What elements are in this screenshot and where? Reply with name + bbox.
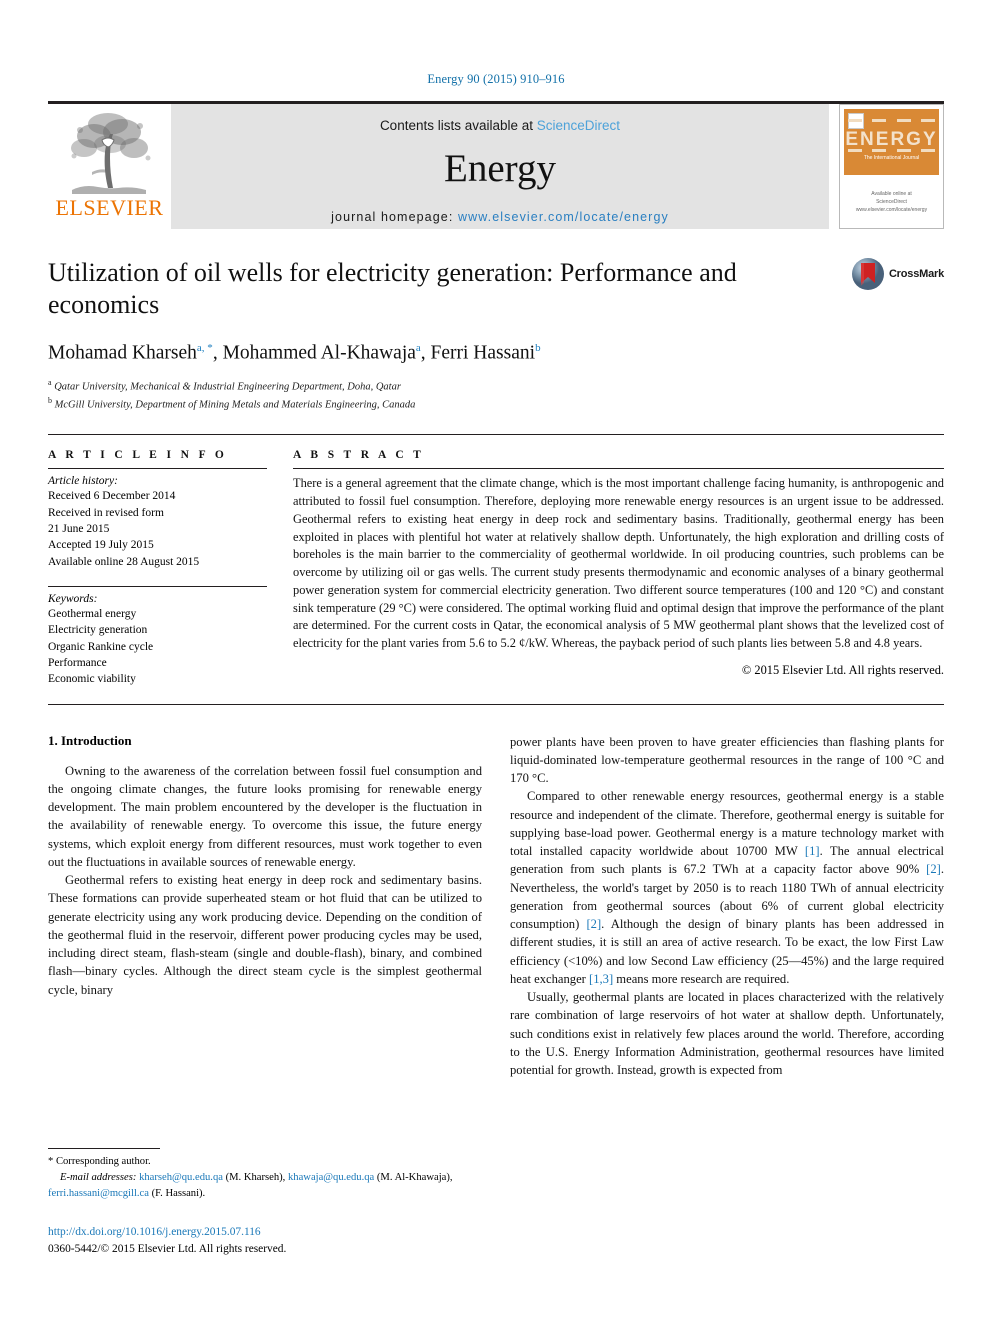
cover-footer-line1: Available online at	[871, 191, 912, 197]
paragraph: Geothermal refers to existing heat energ…	[48, 873, 482, 997]
doi-link[interactable]: http://dx.doi.org/10.1016/j.energy.2015.…	[48, 1224, 286, 1241]
affiliation-list: a Qatar University, Mechanical & Industr…	[48, 377, 944, 412]
journal-homepage-link[interactable]: www.elsevier.com/locate/energy	[458, 210, 669, 224]
paper-page: Energy 90 (2015) 910–916 ELSEVIER Conten…	[0, 0, 992, 1323]
email-label: E-mail addresses:	[60, 1172, 137, 1184]
sciencedirect-link[interactable]: ScienceDirect	[537, 118, 620, 133]
affiliation-text: Qatar University, Mechanical & Industria…	[54, 381, 401, 393]
citation-link[interactable]: [2]	[926, 862, 941, 876]
cover-top-rule-marks	[848, 119, 935, 122]
affiliation-item: a Qatar University, Mechanical & Industr…	[48, 377, 944, 395]
email-link[interactable]: khawaja@qu.edu.qa	[288, 1172, 374, 1183]
author-name: Mohamad Kharseh	[48, 342, 197, 364]
paragraph-with-citations: Compared to other renewable energy resou…	[510, 787, 944, 988]
citation-link[interactable]: [1]	[805, 844, 820, 858]
elsevier-tree-icon	[70, 113, 150, 194]
masthead-center: Contents lists available at ScienceDirec…	[171, 104, 829, 229]
email-owner: (M. Al-Khawaja),	[376, 1172, 453, 1184]
footnote-block: * Corresponding author. E-mail addresses…	[48, 1148, 478, 1201]
journal-reference-line: Energy 90 (2015) 910–916	[427, 72, 565, 86]
keyword-item: Electricity generation	[48, 624, 148, 637]
body-column-left: 1. Introduction Owning to the awareness …	[48, 733, 482, 1080]
author-list: Mohamad Kharseha, *, Mohammed Al-Khawaja…	[48, 342, 541, 364]
affiliation-marker: a	[48, 377, 52, 387]
footnote-divider	[48, 1148, 160, 1149]
journal-cover-thumbnail: ENERGY The International Journal Availab…	[839, 104, 944, 229]
author-affiliation-marker: b	[535, 342, 541, 355]
cover-footer: Available online at ScienceDirect www.el…	[840, 190, 943, 214]
cover-bottom-rule-marks	[848, 149, 935, 152]
article-title-block: CrossMark Utilization of oil wells for e…	[48, 257, 944, 412]
journal-homepage-line: journal homepage: www.elsevier.com/locat…	[331, 210, 669, 224]
doi-copyright-block: http://dx.doi.org/10.1016/j.energy.2015.…	[48, 1224, 286, 1258]
cover-footer-line2: ScienceDirect	[876, 199, 907, 205]
contents-prefix: Contents lists available at	[379, 118, 537, 133]
keywords-label: Keywords:	[48, 593, 98, 606]
corresponding-author-note: * Corresponding author.	[48, 1156, 151, 1167]
article-body: 1. Introduction Owning to the awareness …	[48, 733, 944, 1080]
email-addresses-note: E-mail addresses: kharseh@qu.edu.qa (M. …	[48, 1170, 478, 1201]
abstract-copyright: © 2015 Elsevier Ltd. All rights reserved…	[741, 662, 944, 677]
citation-link[interactable]: [2]	[586, 917, 601, 931]
elsevier-logo: ELSEVIER	[48, 104, 171, 229]
issn-copyright-line: 0360-5442/© 2015 Elsevier Ltd. All right…	[48, 1243, 287, 1256]
article-history-item: 21 June 2015	[48, 523, 110, 536]
email-link[interactable]: kharseh@qu.edu.qa	[139, 1172, 223, 1183]
elsevier-wordmark: ELSEVIER	[55, 195, 164, 220]
divider	[48, 468, 267, 470]
article-info-heading: A R T I C L E I N F O	[48, 449, 228, 462]
abstract-heading: A B S T R A C T	[293, 449, 425, 462]
article-history-item: Received in revised form	[48, 506, 164, 519]
email-link[interactable]: ferri.hassani@mcgill.ca	[48, 1188, 149, 1199]
paragraph: Owning to the awareness of the correlati…	[48, 763, 482, 869]
crossmark-label: CrossMark	[888, 268, 944, 280]
cover-journal-title: ENERGY	[845, 129, 938, 150]
keyword-item: Economic viability	[48, 673, 136, 686]
page-title: Utilization of oil wells for electricity…	[48, 258, 737, 319]
author-affiliation-marker: a, *	[196, 342, 213, 355]
homepage-prefix: journal homepage:	[331, 210, 458, 224]
article-history-item: Received 6 December 2014	[48, 490, 176, 503]
info-abstract-panel: A R T I C L E I N F O Article history: R…	[48, 434, 944, 705]
article-info-column: A R T I C L E I N F O Article history: R…	[48, 449, 293, 687]
abstract-column: A B S T R A C T There is a general agree…	[293, 449, 944, 687]
cover-footer-line3: www.elsevier.com/locate/energy	[855, 207, 928, 213]
crossmark-badge[interactable]: CrossMark	[851, 257, 944, 291]
crossmark-icon	[851, 258, 884, 290]
keyword-item: Organic Rankine cycle	[48, 640, 154, 653]
affiliation-marker: b	[48, 395, 52, 405]
journal-title: Energy	[444, 147, 556, 190]
paragraph: Usually, geothermal plants are located i…	[510, 990, 944, 1078]
divider	[48, 586, 267, 588]
section-heading-introduction: 1. Introduction	[48, 732, 132, 748]
contents-available-line: Contents lists available at ScienceDirec…	[380, 118, 620, 133]
paragraph: power plants have been proven to have gr…	[510, 734, 944, 786]
keyword-item: Performance	[48, 657, 107, 669]
keyword-item: Geothermal energy	[48, 608, 137, 621]
article-history-label: Article history:	[48, 475, 118, 488]
email-owner: (F. Hassani).	[151, 1187, 206, 1199]
body-column-right: power plants have been proven to have gr…	[510, 733, 944, 1080]
article-history-item: Available online 28 August 2015	[48, 555, 200, 568]
abstract-text: There is a general agreement that the cl…	[293, 476, 944, 650]
cover-subtitle: The International Journal	[863, 155, 920, 161]
email-owner: (M. Kharseh),	[225, 1172, 286, 1184]
author-affiliation-marker: a	[415, 342, 421, 355]
citation-link[interactable]: [1,3]	[589, 972, 613, 986]
author-name: Ferri Hassani	[430, 342, 536, 364]
journal-masthead: ELSEVIER Contents lists available at Sci…	[48, 101, 944, 229]
author-name: Mohammed Al-Khawaja	[222, 342, 416, 364]
article-history-item: Accepted 19 July 2015	[48, 539, 154, 552]
affiliation-text: McGill University, Department of Mining …	[54, 399, 416, 411]
paragraph-text: means more research are required.	[613, 971, 790, 986]
divider	[293, 468, 944, 470]
affiliation-item: b McGill University, Department of Minin…	[48, 395, 944, 413]
